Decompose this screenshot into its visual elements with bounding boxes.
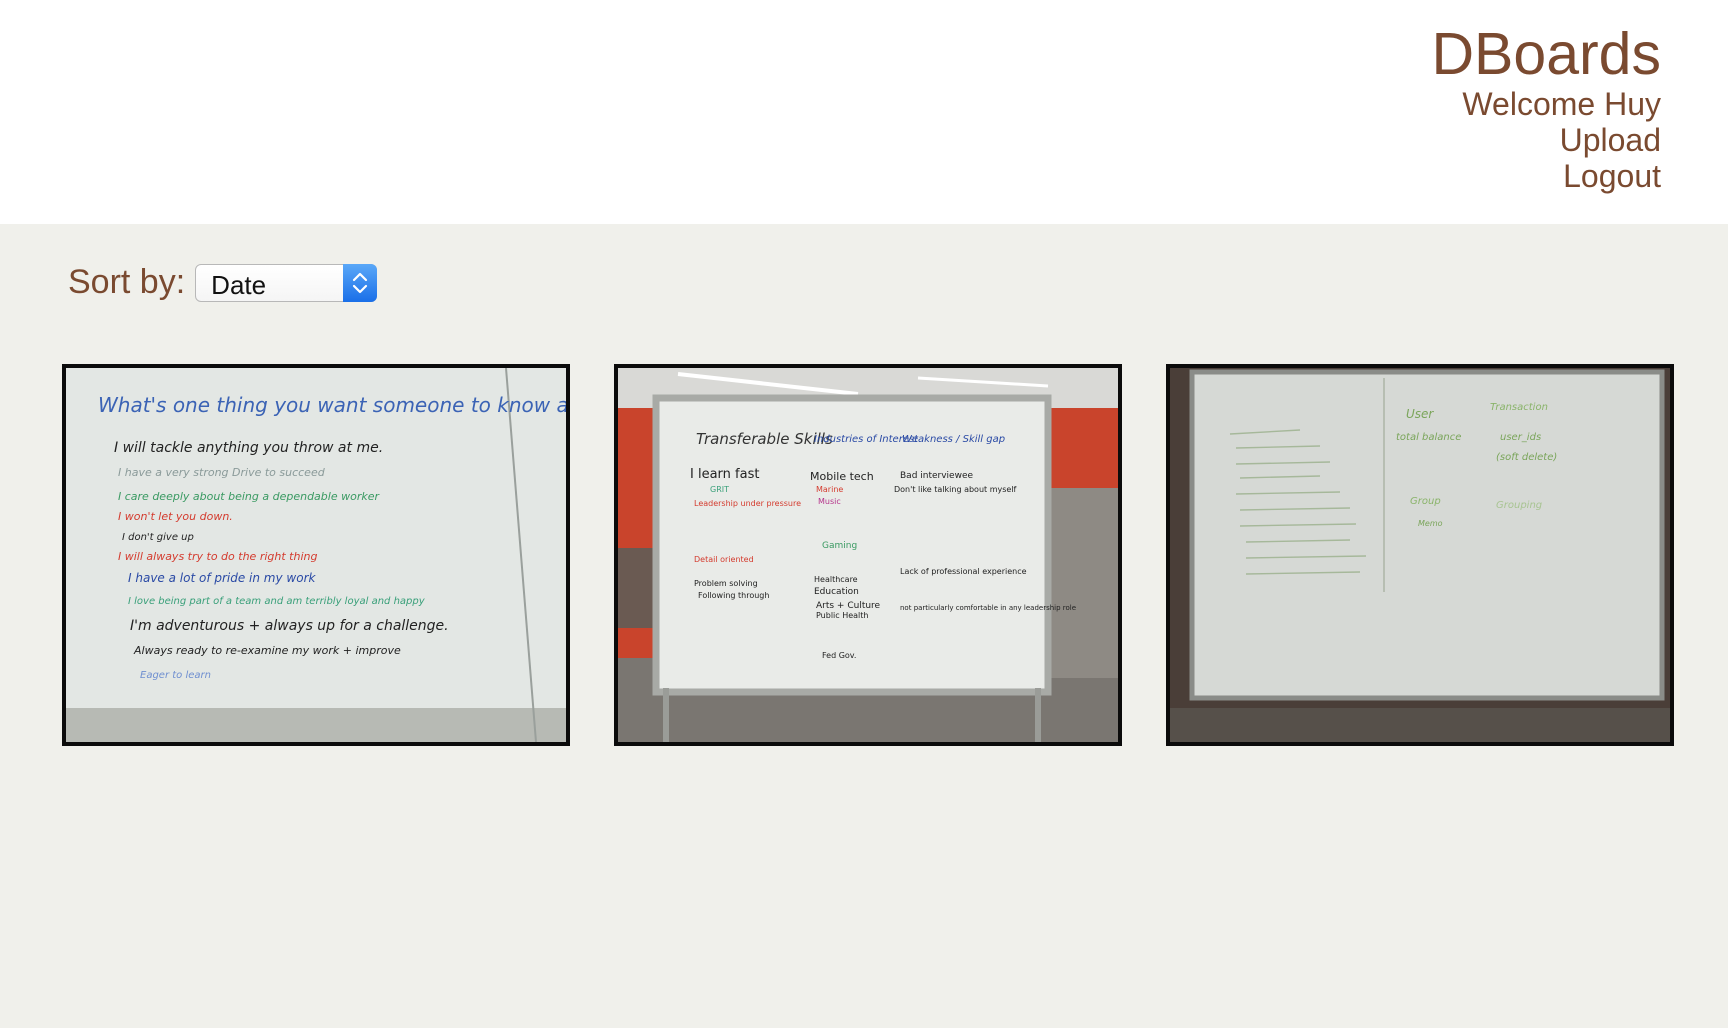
sort-control: Sort by: Date bbox=[68, 263, 378, 302]
board-line: not particularly comfortable in any lead… bbox=[900, 604, 1076, 612]
select-stepper-icon bbox=[343, 263, 378, 302]
board-thumbnail[interactable]: Transferable Skills Industries of Intere… bbox=[614, 364, 1122, 746]
board-line: Lack of professional experience bbox=[900, 567, 1027, 576]
sort-label: Sort by: bbox=[68, 263, 186, 301]
board-line: total balance bbox=[1396, 432, 1461, 443]
board-line: Detail oriented bbox=[694, 555, 754, 564]
board-line: Problem solving bbox=[694, 579, 758, 588]
board-line: Arts + Culture bbox=[816, 601, 881, 611]
column-heading: Weakness / Skill gap bbox=[902, 434, 1005, 445]
brand-logo[interactable]: DBoards bbox=[1431, 22, 1661, 86]
logout-link[interactable]: Logout bbox=[1431, 158, 1661, 194]
board-line: Public Health bbox=[816, 611, 869, 620]
board-thumbnail[interactable]: User total balance Transaction user_ids … bbox=[1166, 364, 1674, 746]
board-line: Education bbox=[814, 587, 859, 597]
board-line: Mobile tech bbox=[810, 470, 874, 483]
whiteboard-photo: What's one thing you want someone to kno… bbox=[66, 368, 566, 742]
board-line: Marine bbox=[816, 485, 843, 494]
board-line: Leadership under pressure bbox=[694, 499, 801, 508]
board-line: GRIT bbox=[710, 485, 729, 494]
whiteboard-photo: Transferable Skills Industries of Intere… bbox=[618, 368, 1118, 742]
board-line: I will always try to do the right thing bbox=[118, 550, 317, 563]
header-nav: DBoards Welcome Huy Upload Logout bbox=[1431, 22, 1661, 194]
board-gallery: What's one thing you want someone to kno… bbox=[62, 364, 1676, 746]
board-line: Group bbox=[1410, 496, 1441, 507]
board-line: I care deeply about being a dependable w… bbox=[118, 490, 380, 503]
upload-link[interactable]: Upload bbox=[1431, 122, 1661, 158]
board-line: I have a lot of pride in my work bbox=[128, 571, 317, 585]
board-line: I don't give up bbox=[122, 532, 194, 543]
board-line: I love being part of a team and am terri… bbox=[128, 596, 426, 607]
board-line: I have a very strong Drive to succeed bbox=[118, 466, 326, 479]
board-line: Eager to learn bbox=[140, 670, 211, 681]
board-line: Music bbox=[818, 497, 841, 506]
board-line: Fed Gov. bbox=[822, 651, 856, 660]
board-line: Grouping bbox=[1496, 500, 1542, 511]
whiteboard-photo: User total balance Transaction user_ids … bbox=[1170, 368, 1670, 742]
board-line: (soft delete) bbox=[1496, 452, 1557, 463]
sort-select[interactable]: Date bbox=[195, 263, 378, 302]
board-line: Healthcare bbox=[814, 575, 858, 584]
sort-select-value: Date bbox=[211, 269, 267, 300]
board-line: Transaction bbox=[1490, 402, 1548, 413]
board-line: user_ids bbox=[1500, 432, 1541, 443]
board-line: I learn fast bbox=[690, 467, 759, 482]
board-line: User bbox=[1406, 407, 1434, 421]
board-line: Gaming bbox=[822, 541, 857, 551]
site-header: DBoards Welcome Huy Upload Logout bbox=[0, 0, 1728, 224]
board-line: Following through bbox=[698, 591, 769, 600]
welcome-link[interactable]: Welcome Huy bbox=[1431, 86, 1661, 122]
board-line: Don't like talking about myself bbox=[894, 485, 1017, 494]
board-line: Memo bbox=[1418, 519, 1443, 528]
board-line: Bad interviewee bbox=[900, 471, 973, 481]
main-content: Sort by: Date What's one thing you want … bbox=[0, 224, 1728, 1028]
board-line: Always ready to re-examine my work + imp… bbox=[133, 644, 401, 657]
board-line: I won't let you down. bbox=[118, 510, 233, 523]
board-line: I'm adventurous + always up for a challe… bbox=[130, 618, 449, 634]
column-heading: Transferable Skills bbox=[696, 430, 833, 448]
board-thumbnail[interactable]: What's one thing you want someone to kno… bbox=[62, 364, 570, 746]
board-line: I will tackle anything you throw at me. bbox=[114, 440, 383, 456]
board-line: What's one thing you want someone to kno… bbox=[98, 393, 566, 417]
